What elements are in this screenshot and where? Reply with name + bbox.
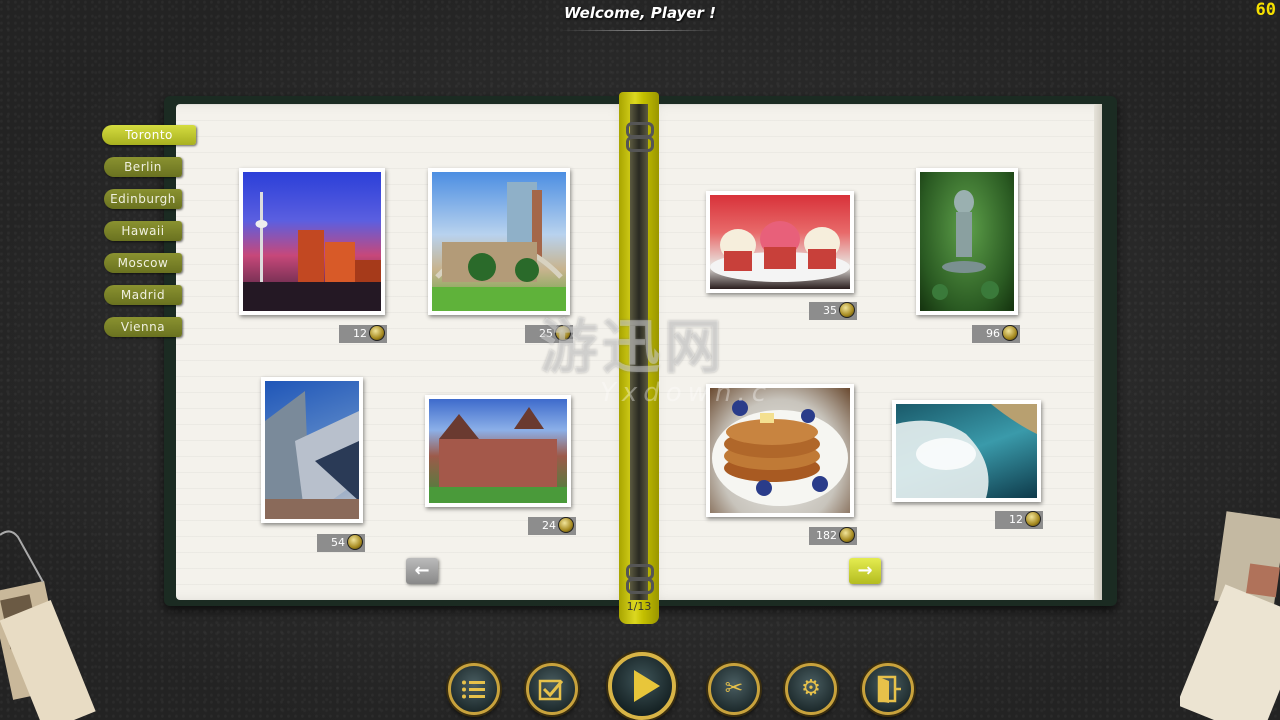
page-indicator: 1/13 xyxy=(626,600,652,613)
checkbox-icon xyxy=(538,679,564,701)
puzzle-thumbnail-cn-tower[interactable] xyxy=(239,168,385,315)
watermark: 游迅网 xyxy=(540,313,727,381)
list-stars-icon xyxy=(462,680,485,699)
puzzle-thumbnail-victorian-building[interactable] xyxy=(425,395,571,507)
postcards-decoration-left xyxy=(0,530,96,720)
arrow-left-icon: ← xyxy=(414,560,430,581)
fps-counter: 60 xyxy=(1255,0,1276,20)
coin-icon xyxy=(839,302,855,318)
coin-icon xyxy=(347,534,363,550)
binding-ring xyxy=(626,578,654,594)
tab-moscow[interactable]: Moscow xyxy=(104,253,182,273)
maple-cupcakes-image xyxy=(710,195,850,289)
cut-button[interactable]: ✂ xyxy=(708,663,760,715)
piece-count-badge: 12 xyxy=(995,511,1043,529)
piece-count-badge: 35 xyxy=(809,302,857,320)
tab-berlin[interactable]: Berlin xyxy=(104,157,182,177)
garden-fountain-image xyxy=(920,172,1014,311)
waterfall-image xyxy=(896,404,1037,498)
welcome-text: Welcome, Player ! xyxy=(563,4,717,22)
play-button[interactable] xyxy=(608,652,676,720)
postcards-decoration-right xyxy=(1180,511,1280,720)
piece-count-badge: 182 xyxy=(809,527,857,545)
settings-button[interactable]: ⚙ xyxy=(785,663,837,715)
cn-tower-image xyxy=(243,172,381,311)
scissors-icon: ✂ xyxy=(724,676,744,701)
previous-page-button[interactable]: ← xyxy=(406,558,438,584)
coin-icon xyxy=(1002,325,1018,341)
coin-icon xyxy=(839,527,855,543)
coin-icon xyxy=(369,325,385,341)
tab-hawaii[interactable]: Hawaii xyxy=(104,221,182,241)
exit-door-icon xyxy=(877,675,901,703)
piece-count-badge: 12 xyxy=(339,325,387,343)
watermark-url: Yxdown.c xyxy=(600,378,772,408)
tab-toronto[interactable]: Toronto xyxy=(102,125,196,145)
tab-edinburgh[interactable]: Edinburgh xyxy=(104,189,182,209)
gear-icon: ⚙ xyxy=(801,676,821,701)
puzzle-thumbnail-maple-cupcakes[interactable] xyxy=(706,191,854,293)
piece-count-badge: 54 xyxy=(317,534,365,552)
city-hall-image xyxy=(432,172,566,311)
tab-vienna[interactable]: Vienna xyxy=(104,317,182,337)
welcome-underline xyxy=(560,30,720,31)
victorian-building-image xyxy=(429,399,567,503)
tab-madrid[interactable]: Madrid xyxy=(104,285,182,305)
puzzle-thumbnail-garden-fountain[interactable] xyxy=(916,168,1018,315)
binding-ring xyxy=(626,136,654,152)
play-icon xyxy=(634,670,660,702)
exit-button[interactable] xyxy=(862,663,914,715)
piece-count-badge: 96 xyxy=(972,325,1020,343)
puzzle-thumbnail-city-hall[interactable] xyxy=(428,168,570,315)
arrow-right-icon: → xyxy=(857,560,873,581)
piece-count-badge: 24 xyxy=(528,517,576,535)
puzzle-thumbnail-royal-ontario-museum[interactable] xyxy=(261,377,363,523)
next-page-button[interactable]: → xyxy=(849,558,881,584)
menu-button[interactable] xyxy=(448,663,500,715)
royal-ontario-museum-image xyxy=(265,381,359,519)
puzzle-thumbnail-waterfall[interactable] xyxy=(892,400,1041,502)
coin-icon xyxy=(558,517,574,533)
coin-icon xyxy=(1025,511,1041,527)
check-button[interactable] xyxy=(526,663,578,715)
